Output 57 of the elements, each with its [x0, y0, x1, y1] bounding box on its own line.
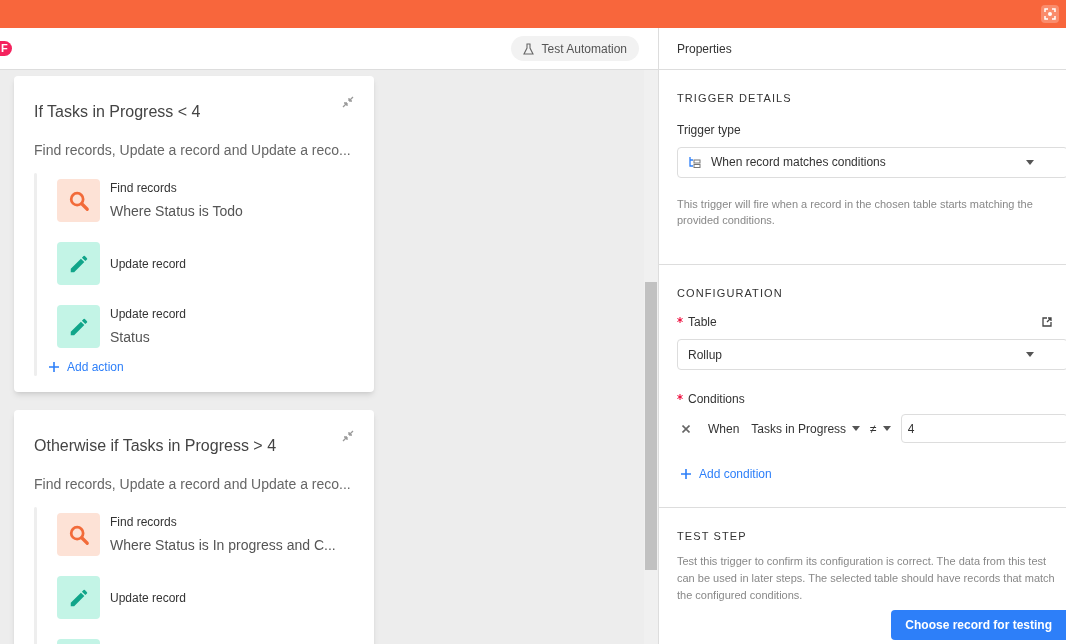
external-link-icon[interactable] — [1042, 317, 1052, 327]
step-title: Update record — [110, 255, 187, 273]
step-title: Update record — [110, 306, 187, 323]
step-detail: Where Status is In progress and C... — [110, 536, 336, 555]
operator-dropdown[interactable]: ≠ — [870, 419, 891, 438]
panel-title: Properties — [677, 40, 732, 58]
step-title: Update record — [110, 589, 187, 607]
trigger-type-select[interactable]: When record matches conditions — [677, 146, 1066, 178]
section-heading: CONFIGURATION — [677, 285, 784, 301]
condition-when: When — [708, 420, 740, 438]
search-icon — [57, 513, 100, 556]
caret-icon — [852, 426, 861, 431]
plus-icon — [681, 469, 691, 479]
section-heading: TRIGGER DETAILS — [677, 91, 793, 106]
step-detail: Where Status is Todo — [110, 202, 243, 221]
action-step[interactable]: Find records Where Status is Todo — [57, 173, 354, 232]
card-title: If Tasks in Progress < 4 — [34, 102, 201, 122]
help-text: Test this trigger to confirm its configuration is correct. The data from this test can be used in later steps. The selected table should have records that match the configured conditions. — [677, 553, 1056, 603]
field-label: Table — [688, 314, 718, 331]
required-icon — [677, 394, 683, 400]
step-detail: Status — [110, 328, 151, 347]
add-action-link[interactable]: Add action — [49, 358, 124, 376]
card-title: Otherwise if Tasks in Progress > 4 — [34, 436, 277, 456]
screenshot-icon[interactable] — [1041, 5, 1059, 23]
step-title: Find records — [110, 180, 178, 197]
action-step[interactable]: Update record — [57, 566, 354, 629]
caret-icon — [882, 426, 891, 431]
caret-icon — [1026, 352, 1034, 357]
test-automation-button[interactable]: Test Automation — [510, 36, 639, 61]
add-condition-link[interactable]: Add condition — [681, 465, 772, 483]
pencil-icon — [57, 305, 100, 348]
action-step[interactable]: Update record — [57, 232, 354, 295]
caret-icon — [1026, 159, 1034, 165]
action-step[interactable]: Update record Status — [57, 295, 354, 358]
condition-value-field[interactable]: 4 — [900, 414, 1066, 443]
status-badge: F — [0, 41, 12, 56]
step-title: Find records — [110, 514, 178, 531]
field-label: Trigger type — [677, 121, 742, 139]
collapse-icon[interactable] — [342, 430, 354, 442]
help-text: This trigger will fire when a record in the chosen table starts matching the provided conditions. — [677, 196, 1034, 228]
flask-icon — [522, 42, 534, 55]
choose-record-button[interactable]: Choose record for testing — [891, 609, 1066, 640]
card-summary: Find records, Update a record and Update a reco... — [34, 475, 352, 494]
action-step[interactable]: Find records Where Status is In progress and C... — [57, 507, 354, 566]
pencil-icon — [57, 242, 100, 285]
close-icon[interactable] — [682, 424, 690, 433]
collapse-icon[interactable] — [342, 96, 354, 108]
trigger-icon — [688, 155, 701, 169]
plus-icon — [49, 362, 59, 372]
section-heading: TEST STEP — [677, 529, 748, 544]
field-label: Conditions — [688, 391, 745, 408]
search-icon — [57, 179, 100, 222]
card-summary: Find records, Update a record and Update a reco... — [34, 141, 352, 160]
pencil-icon — [57, 576, 100, 619]
field-dropdown[interactable]: Tasks in Progress — [751, 419, 861, 438]
required-icon — [677, 317, 683, 323]
table-select[interactable]: Rollup — [677, 339, 1066, 370]
